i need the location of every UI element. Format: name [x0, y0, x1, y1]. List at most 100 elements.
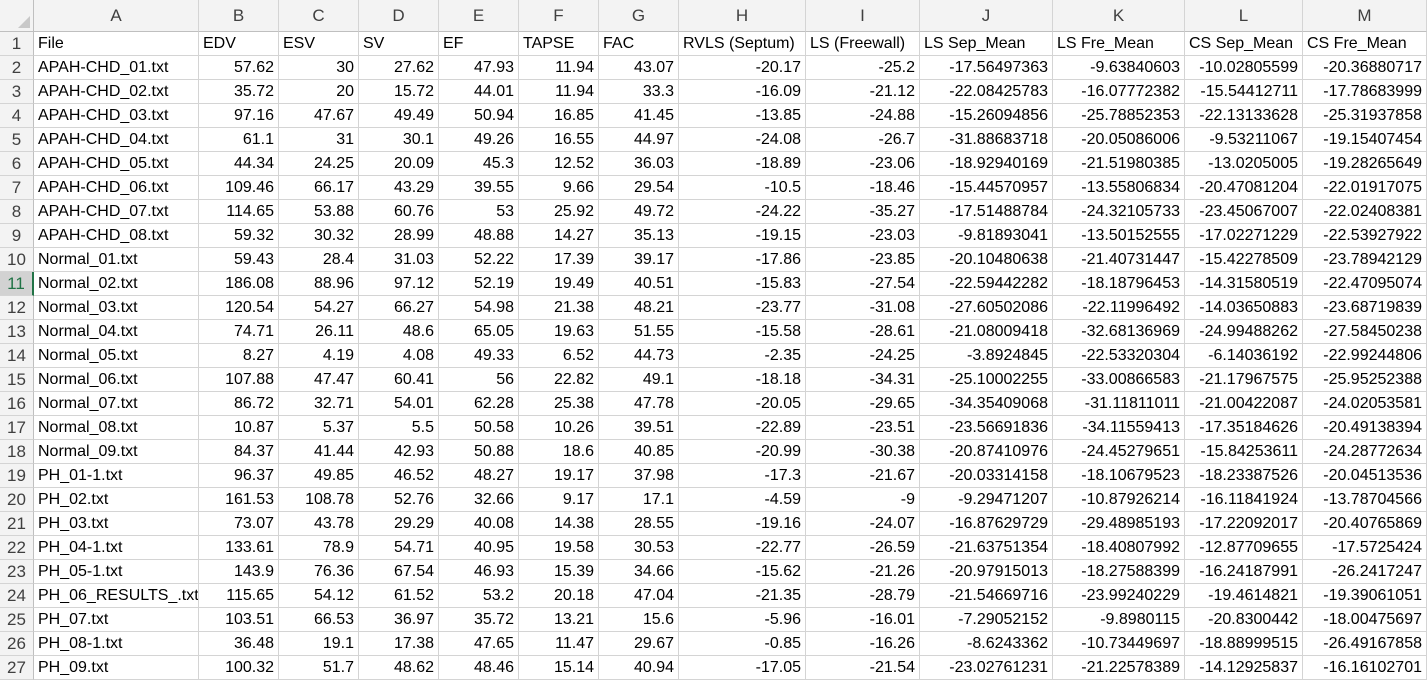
cell-e20[interactable]: 32.66	[439, 488, 519, 512]
cell-i9[interactable]: -23.03	[806, 224, 920, 248]
select-all-corner[interactable]	[0, 0, 34, 32]
cell-k5[interactable]: -20.05086006	[1053, 128, 1185, 152]
cell-b1[interactable]: EDV	[199, 32, 279, 56]
cell-d15[interactable]: 60.41	[359, 368, 439, 392]
cell-e5[interactable]: 49.26	[439, 128, 519, 152]
cell-j25[interactable]: -7.29052152	[920, 608, 1053, 632]
cell-f15[interactable]: 22.82	[519, 368, 599, 392]
cell-a11[interactable]: Normal_02.txt	[34, 272, 199, 296]
cell-i4[interactable]: -24.88	[806, 104, 920, 128]
column-header-l[interactable]: L	[1185, 0, 1303, 32]
cell-b24[interactable]: 115.65	[199, 584, 279, 608]
cell-b12[interactable]: 120.54	[199, 296, 279, 320]
cell-m24[interactable]: -19.39061051	[1303, 584, 1427, 608]
cell-m26[interactable]: -26.49167858	[1303, 632, 1427, 656]
cell-j26[interactable]: -8.6243362	[920, 632, 1053, 656]
cell-i20[interactable]: -9	[806, 488, 920, 512]
cell-i17[interactable]: -23.51	[806, 416, 920, 440]
cell-m16[interactable]: -24.02053581	[1303, 392, 1427, 416]
cell-d4[interactable]: 49.49	[359, 104, 439, 128]
cell-a2[interactable]: APAH-CHD_01.txt	[34, 56, 199, 80]
column-header-f[interactable]: F	[519, 0, 599, 32]
cell-l11[interactable]: -14.31580519	[1185, 272, 1303, 296]
cell-b20[interactable]: 161.53	[199, 488, 279, 512]
cell-j18[interactable]: -20.87410976	[920, 440, 1053, 464]
row-header-5[interactable]: 5	[0, 128, 34, 152]
cell-b18[interactable]: 84.37	[199, 440, 279, 464]
cell-e23[interactable]: 46.93	[439, 560, 519, 584]
cell-f3[interactable]: 11.94	[519, 80, 599, 104]
cell-i27[interactable]: -21.54	[806, 656, 920, 680]
cell-m25[interactable]: -18.00475697	[1303, 608, 1427, 632]
cell-c20[interactable]: 108.78	[279, 488, 359, 512]
cell-b6[interactable]: 44.34	[199, 152, 279, 176]
column-header-h[interactable]: H	[679, 0, 806, 32]
cell-k16[interactable]: -31.11811011	[1053, 392, 1185, 416]
cell-i22[interactable]: -26.59	[806, 536, 920, 560]
cell-g25[interactable]: 15.6	[599, 608, 679, 632]
cell-f7[interactable]: 9.66	[519, 176, 599, 200]
cell-j17[interactable]: -23.56691836	[920, 416, 1053, 440]
cell-j21[interactable]: -16.87629729	[920, 512, 1053, 536]
cell-h11[interactable]: -15.83	[679, 272, 806, 296]
cell-b19[interactable]: 96.37	[199, 464, 279, 488]
cell-f18[interactable]: 18.6	[519, 440, 599, 464]
cell-j16[interactable]: -34.35409068	[920, 392, 1053, 416]
cell-k13[interactable]: -32.68136969	[1053, 320, 1185, 344]
cell-h15[interactable]: -18.18	[679, 368, 806, 392]
cell-k22[interactable]: -18.40807992	[1053, 536, 1185, 560]
cell-l19[interactable]: -18.23387526	[1185, 464, 1303, 488]
cell-j3[interactable]: -22.08425783	[920, 80, 1053, 104]
cell-f26[interactable]: 11.47	[519, 632, 599, 656]
cell-b4[interactable]: 97.16	[199, 104, 279, 128]
cell-l17[interactable]: -17.35184626	[1185, 416, 1303, 440]
cell-a22[interactable]: PH_04-1.txt	[34, 536, 199, 560]
cell-c21[interactable]: 43.78	[279, 512, 359, 536]
cell-b3[interactable]: 35.72	[199, 80, 279, 104]
cell-c26[interactable]: 19.1	[279, 632, 359, 656]
cell-h22[interactable]: -22.77	[679, 536, 806, 560]
cell-k4[interactable]: -25.78852353	[1053, 104, 1185, 128]
cell-g13[interactable]: 51.55	[599, 320, 679, 344]
row-header-6[interactable]: 6	[0, 152, 34, 176]
cell-m15[interactable]: -25.95252388	[1303, 368, 1427, 392]
cell-e21[interactable]: 40.08	[439, 512, 519, 536]
cell-a7[interactable]: APAH-CHD_06.txt	[34, 176, 199, 200]
cell-g2[interactable]: 43.07	[599, 56, 679, 80]
row-header-27[interactable]: 27	[0, 656, 34, 680]
cell-d17[interactable]: 5.5	[359, 416, 439, 440]
cell-g6[interactable]: 36.03	[599, 152, 679, 176]
cell-k3[interactable]: -16.07772382	[1053, 80, 1185, 104]
cell-a9[interactable]: APAH-CHD_08.txt	[34, 224, 199, 248]
column-header-b[interactable]: B	[199, 0, 279, 32]
cell-i8[interactable]: -35.27	[806, 200, 920, 224]
cell-g18[interactable]: 40.85	[599, 440, 679, 464]
cell-f17[interactable]: 10.26	[519, 416, 599, 440]
cell-l9[interactable]: -17.02271229	[1185, 224, 1303, 248]
cell-h13[interactable]: -15.58	[679, 320, 806, 344]
cell-b5[interactable]: 61.1	[199, 128, 279, 152]
cell-k18[interactable]: -24.45279651	[1053, 440, 1185, 464]
cell-a6[interactable]: APAH-CHD_05.txt	[34, 152, 199, 176]
cell-i10[interactable]: -23.85	[806, 248, 920, 272]
cell-m12[interactable]: -23.68719839	[1303, 296, 1427, 320]
cell-d19[interactable]: 46.52	[359, 464, 439, 488]
cell-c17[interactable]: 5.37	[279, 416, 359, 440]
cell-a21[interactable]: PH_03.txt	[34, 512, 199, 536]
cell-c24[interactable]: 54.12	[279, 584, 359, 608]
cell-l2[interactable]: -10.02805599	[1185, 56, 1303, 80]
cell-b10[interactable]: 59.43	[199, 248, 279, 272]
column-header-k[interactable]: K	[1053, 0, 1185, 32]
cell-f5[interactable]: 16.55	[519, 128, 599, 152]
cell-m20[interactable]: -13.78704566	[1303, 488, 1427, 512]
cell-l14[interactable]: -6.14036192	[1185, 344, 1303, 368]
cell-e2[interactable]: 47.93	[439, 56, 519, 80]
cell-c11[interactable]: 88.96	[279, 272, 359, 296]
cell-c13[interactable]: 26.11	[279, 320, 359, 344]
cell-d1[interactable]: SV	[359, 32, 439, 56]
cell-l18[interactable]: -15.84253611	[1185, 440, 1303, 464]
cell-d11[interactable]: 97.12	[359, 272, 439, 296]
cell-h25[interactable]: -5.96	[679, 608, 806, 632]
cell-m4[interactable]: -25.31937858	[1303, 104, 1427, 128]
cell-i24[interactable]: -28.79	[806, 584, 920, 608]
